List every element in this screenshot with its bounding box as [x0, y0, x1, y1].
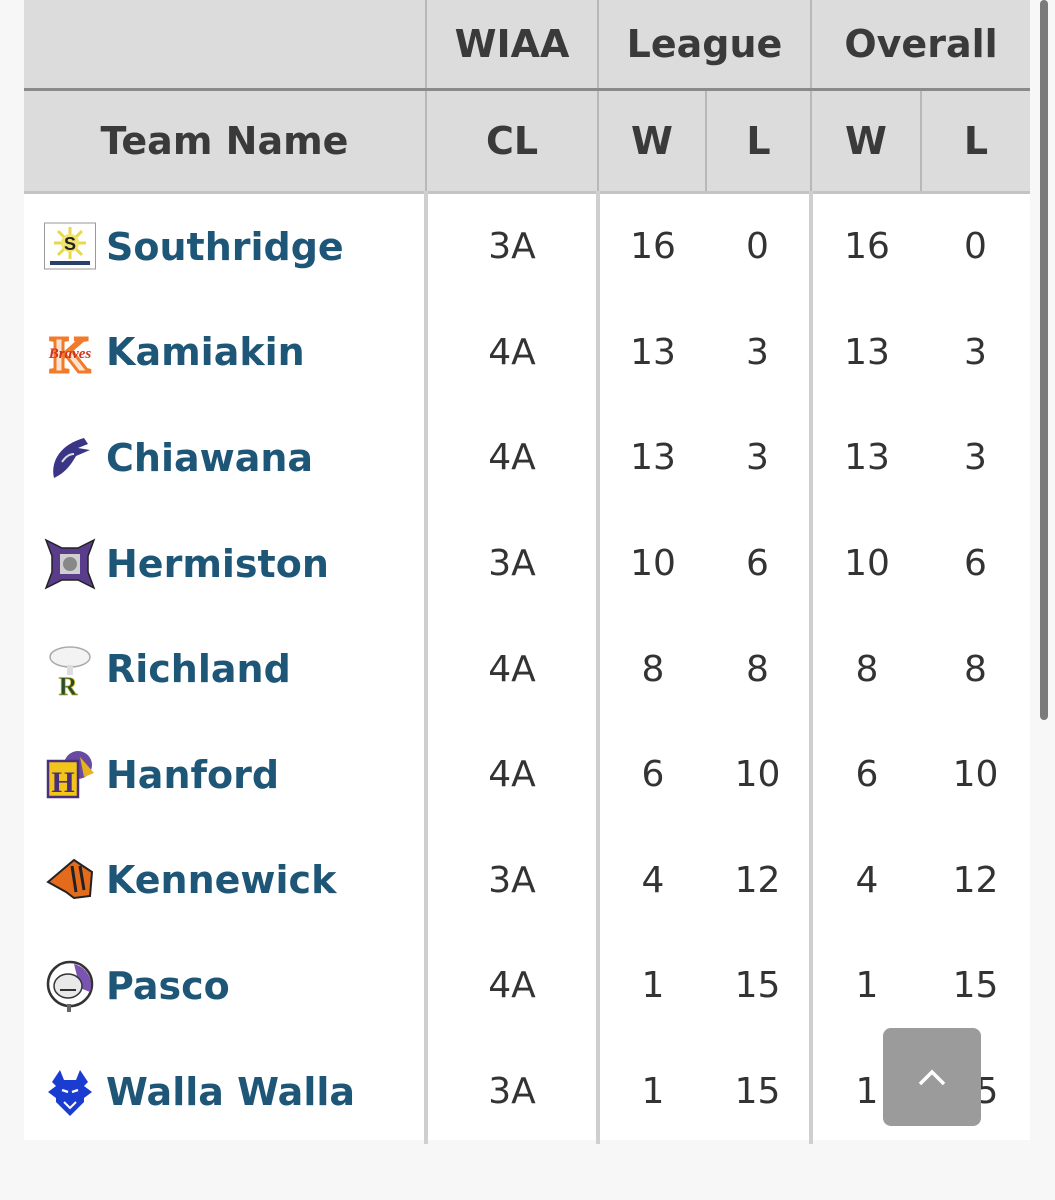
league-l-cell: 6 [746, 543, 769, 585]
cl-cell: 4A [424, 299, 598, 406]
team-cell: R Richland [24, 616, 426, 722]
cl-cell: 4A [424, 616, 598, 722]
overall-l-cell: 3 [964, 331, 987, 373]
table-row: Chiawana 4A 13 3 13 3 [24, 405, 1030, 511]
kamiakin-braves-logo-icon[interactable]: K Braves [44, 324, 96, 381]
hanford-falcon-logo-icon[interactable]: H [44, 747, 96, 803]
league-l-cell: 12 [734, 859, 781, 901]
overall-l-cell: 10 [952, 754, 999, 796]
overall-l-cell: 8 [964, 648, 987, 690]
league-w-cell: 13 [596, 299, 706, 406]
team-cell: H Hanford [24, 722, 426, 828]
table-row: R Richland 4A 8 8 8 8 [24, 616, 1030, 722]
pasco-bulldog-logo-icon[interactable] [44, 958, 96, 1014]
cl-cell: 3A [424, 1038, 598, 1145]
league-w-cell: 4 [596, 827, 706, 934]
column-header-league-w: W [597, 89, 706, 194]
team-cell: Walla Walla [24, 1039, 426, 1145]
column-header-overall-w: W [810, 89, 921, 194]
column-header-overall-l: L [920, 89, 1030, 194]
svg-text:S: S [64, 234, 76, 254]
team-cell: K Braves Kamiakin [24, 300, 426, 406]
team-link[interactable]: Pasco [106, 964, 230, 1008]
cl-cell: 4A [424, 933, 598, 1039]
overall-w-cell: 16 [809, 192, 921, 300]
overall-l-cell: 15 [952, 965, 999, 1007]
overall-w-cell: 8 [809, 616, 921, 722]
group-header-overall: Overall [810, 0, 1030, 91]
richland-bomber-logo-icon[interactable]: R [44, 641, 96, 697]
league-l-cell: 15 [734, 965, 781, 1007]
svg-text:H: H [51, 766, 74, 799]
team-link[interactable]: Richland [106, 647, 291, 691]
group-header-row: WIAA League Overall [24, 0, 1030, 91]
group-header-team [24, 0, 426, 91]
team-link[interactable]: Southridge [106, 225, 344, 269]
league-w-cell: 13 [596, 405, 706, 511]
league-w-cell: 10 [596, 510, 706, 617]
team-link[interactable]: Chiawana [106, 436, 313, 480]
table-row: Pasco 4A 1 15 1 15 [24, 933, 1030, 1039]
overall-w-cell: 13 [809, 405, 921, 511]
overall-w-cell: 6 [809, 721, 921, 828]
league-l-cell: 10 [734, 754, 781, 796]
table-row: Kennewick 3A 4 12 4 12 [24, 827, 1030, 934]
league-w-cell: 1 [596, 933, 706, 1039]
cl-cell: 3A [424, 510, 598, 617]
league-l-cell: 3 [746, 437, 769, 479]
column-header-row: Team Name CL W L W L [24, 89, 1030, 194]
league-w-cell: 1 [596, 1038, 706, 1145]
team-link[interactable]: Kamiakin [106, 330, 305, 374]
overall-l-cell: 3 [964, 437, 987, 479]
cl-cell: 3A [424, 827, 598, 934]
overall-w-cell: 13 [809, 299, 921, 406]
kennewick-lion-logo-icon[interactable] [44, 852, 96, 908]
overall-l-cell: 12 [952, 859, 999, 901]
team-link[interactable]: Kennewick [106, 858, 336, 902]
overall-l-cell: 6 [964, 543, 987, 585]
cl-cell: 3A [424, 192, 598, 300]
overall-l-cell: 0 [964, 226, 987, 268]
table-row: Walla Walla3A115115 [24, 1038, 1030, 1145]
column-header-league-l: L [705, 89, 811, 194]
team-link[interactable]: Walla Walla [106, 1070, 355, 1114]
league-l-cell: 3 [746, 331, 769, 373]
league-w-cell: 16 [596, 192, 706, 300]
svg-text:Braves: Braves [48, 346, 92, 362]
overall-w-cell: 4 [809, 827, 921, 934]
group-header-league: League [597, 0, 811, 91]
walla-walla-bluedevil-logo-icon[interactable] [44, 1064, 96, 1120]
svg-text:R: R [59, 672, 78, 697]
scroll-to-top-button[interactable] [883, 1028, 981, 1126]
team-cell: Hermiston [24, 511, 426, 617]
table-row: Hermiston 3A 10 6 10 6 [24, 510, 1030, 617]
southridge-sun-logo-icon[interactable]: S [44, 219, 96, 275]
column-header-team-name: Team Name [24, 89, 426, 194]
league-w-cell: 8 [596, 616, 706, 722]
standings-table: WIAA League Overall Team Name CL W L W L… [24, 0, 1030, 1145]
chevron-up-icon [918, 1069, 946, 1086]
table-row: K Braves Kamiakin 4A 13 3 13 3 [24, 299, 1030, 406]
league-l-cell: 8 [746, 648, 769, 690]
table-row: S Southridge 3A 16 0 16 0 [24, 192, 1030, 300]
cl-cell: 4A [424, 405, 598, 511]
overall-w-cell: 10 [809, 510, 921, 617]
league-w-cell: 6 [596, 721, 706, 828]
table-row: H Hanford 4A 6 10 6 10 [24, 721, 1030, 828]
league-l-cell: 0 [746, 226, 769, 268]
team-cell: Chiawana [24, 405, 426, 511]
team-cell: Pasco [24, 933, 426, 1039]
team-cell: Kennewick [24, 828, 426, 934]
team-cell: S Southridge [24, 193, 426, 300]
hermiston-bulldog-logo-icon[interactable] [44, 536, 96, 592]
overall-w-cell: 1 [809, 933, 921, 1039]
column-header-cl: CL [425, 89, 598, 194]
cl-cell: 4A [424, 721, 598, 828]
team-link[interactable]: Hermiston [106, 542, 329, 586]
group-header-wiaa: WIAA [425, 0, 598, 91]
vertical-scrollbar[interactable] [1040, 0, 1048, 720]
league-l-cell: 15 [734, 1071, 781, 1113]
team-link[interactable]: Hanford [106, 753, 279, 797]
chiawana-riverhawk-logo-icon[interactable] [44, 430, 96, 486]
